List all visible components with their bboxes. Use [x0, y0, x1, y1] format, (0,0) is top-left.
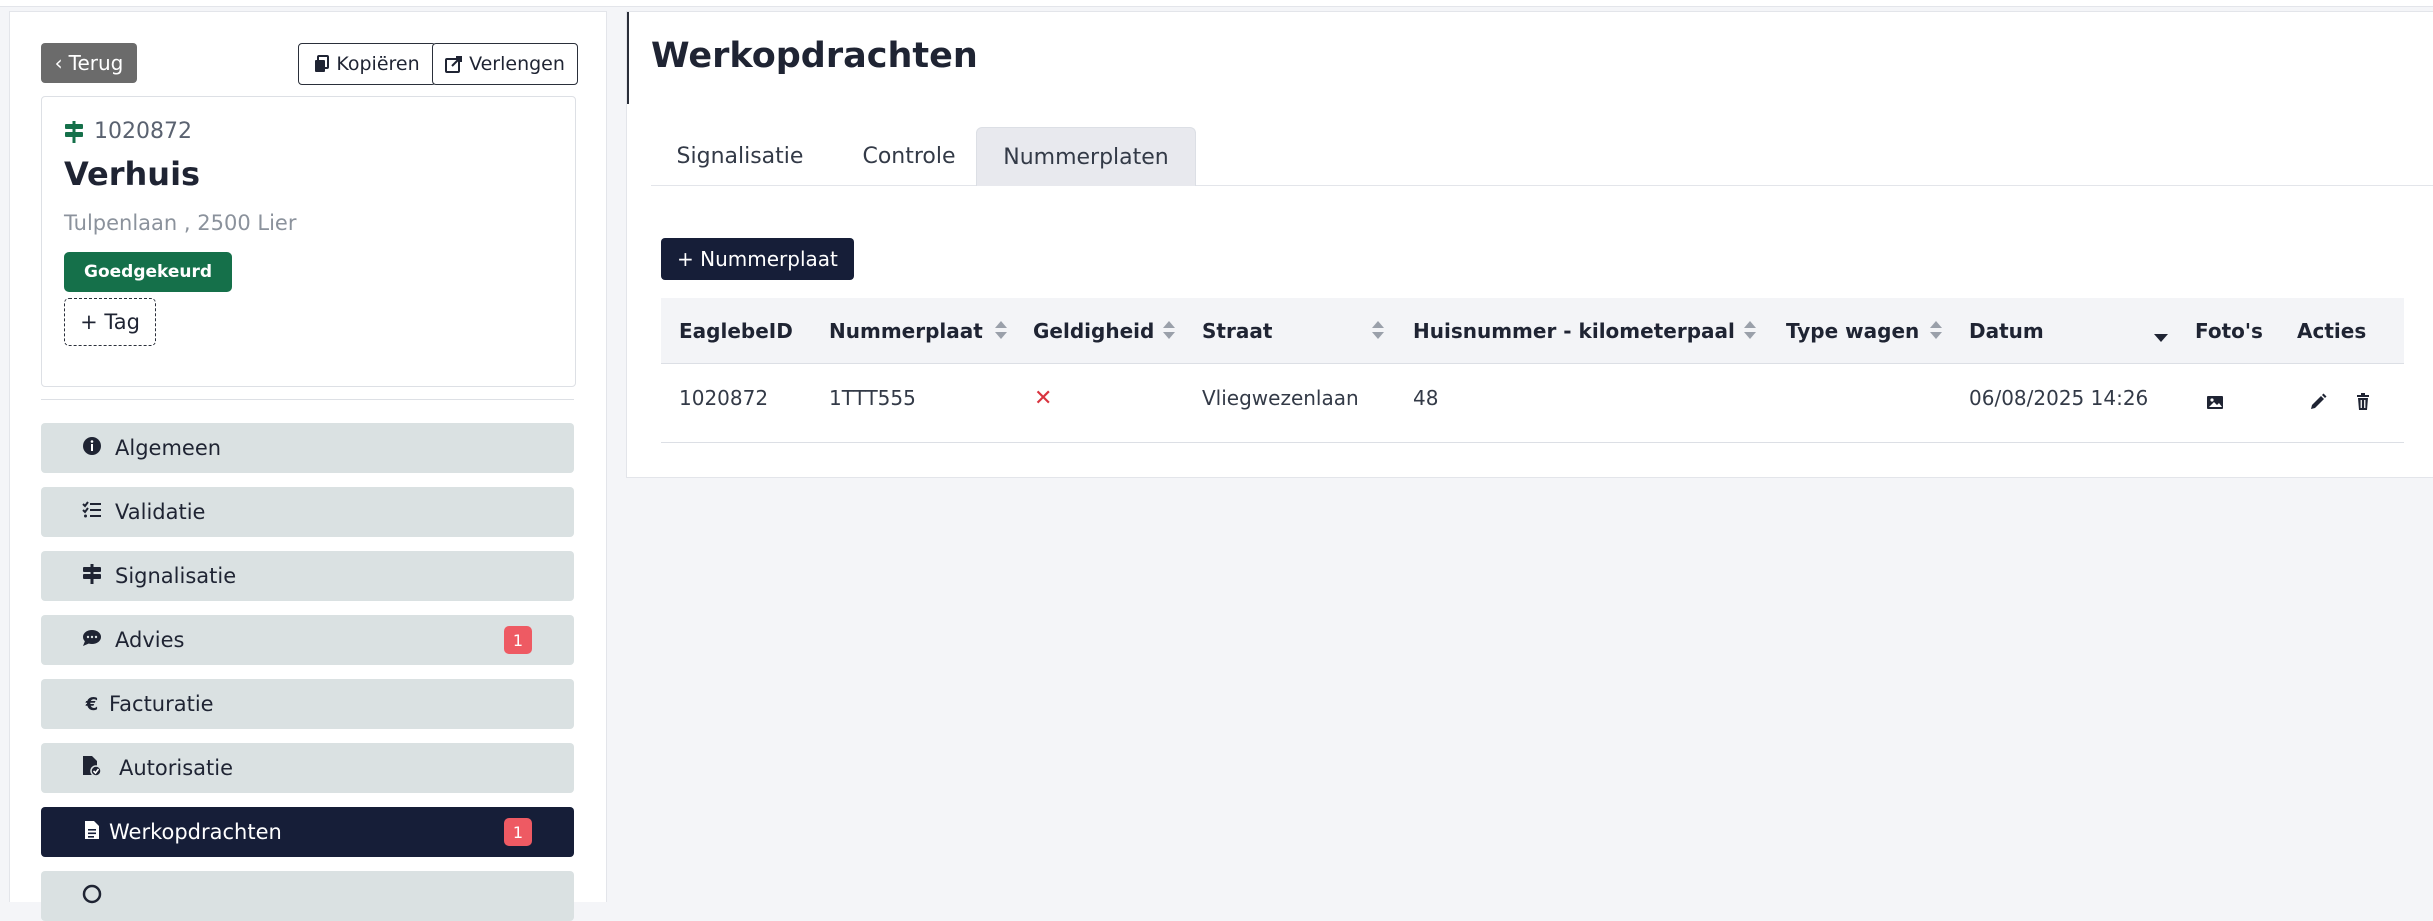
- cell-nummerplaat: 1TTT555: [829, 386, 916, 410]
- signpost-icon: [65, 120, 83, 143]
- sidebar-item-label: Signalisatie: [115, 564, 237, 588]
- column-header-fotos: Foto's: [2195, 318, 2263, 343]
- extend-button-label: Verlengen: [469, 53, 565, 75]
- tab-nummerplaten[interactable]: Nummerplaten: [976, 127, 1196, 186]
- tab-controle[interactable]: Controle: [829, 127, 989, 185]
- sidebar-item-label: Algemeen: [115, 436, 222, 460]
- top-bar: [0, 0, 2433, 7]
- main-panel: Werkopdrachten Signalisatie Controle Num…: [626, 11, 2433, 478]
- column-header-nummerplaat[interactable]: Nummerplaat: [829, 298, 983, 363]
- page-title: Werkopdrachten: [651, 36, 978, 76]
- sort-desc-icon[interactable]: [2154, 334, 2168, 342]
- euro-icon: €: [85, 693, 99, 715]
- cell-datum: 06/08/2025 14:26: [1969, 386, 2149, 410]
- sidebar-item-werkopdrachten[interactable]: Werkopdrachten 1: [41, 807, 574, 857]
- column-header-geldigheid[interactable]: Geldigheid: [1033, 298, 1154, 363]
- trash-icon[interactable]: [2353, 392, 2373, 412]
- title-accent-bar: [627, 12, 629, 104]
- sidebar-item-algemeen[interactable]: Algemeen: [41, 423, 574, 473]
- sort-icon[interactable]: [995, 321, 1009, 341]
- tab-label: Nummerplaten: [1003, 144, 1169, 170]
- advies-count-badge: 1: [504, 626, 532, 654]
- sidebar-item-facturatie[interactable]: € Facturatie: [41, 679, 574, 729]
- project-address: Tulpenlaan , 2500 Lier: [64, 211, 297, 235]
- back-button-label: Terug: [68, 51, 124, 75]
- table-header: EaglebeID Nummerplaat Geldigheid Straat …: [661, 298, 2404, 364]
- file-check-icon: [81, 755, 103, 782]
- edit-icon[interactable]: [2308, 392, 2328, 412]
- sidebar-item-label: Validatie: [115, 500, 206, 524]
- sidebar-item-label: Advies: [115, 628, 185, 652]
- sidebar-item-validatie[interactable]: Validatie: [41, 487, 574, 537]
- sort-icon[interactable]: [1930, 321, 1944, 341]
- add-tag-button[interactable]: + Tag: [64, 298, 156, 346]
- copy-button[interactable]: Kopiëren: [298, 43, 436, 85]
- sort-icon[interactable]: [1744, 321, 1758, 341]
- sidebar-item-label: Facturatie: [109, 692, 214, 716]
- column-header-straat[interactable]: Straat: [1202, 298, 1272, 363]
- tab-bar: Signalisatie Controle Nummerplaten: [651, 127, 2433, 186]
- copy-button-label: Kopiëren: [336, 53, 420, 75]
- divider: [41, 399, 574, 400]
- werkopdrachten-count-badge: 1: [504, 818, 532, 846]
- add-nummerplaat-label: + Nummerplaat: [677, 247, 838, 271]
- column-header-datum[interactable]: Datum: [1969, 298, 2044, 363]
- cell-huisnummer: 48: [1413, 386, 1439, 410]
- table-row: 1020872 1TTT555 ✕ Vliegwezenlaan 48 06/0…: [661, 364, 2404, 443]
- column-header-type-wagen[interactable]: Type wagen: [1786, 298, 1919, 363]
- checklist-icon: [81, 500, 103, 524]
- copy-icon: [315, 55, 330, 72]
- project-id: 1020872: [94, 119, 192, 144]
- sidebar-item-label: Autorisatie: [119, 756, 234, 780]
- back-button[interactable]: ‹ Terug: [41, 43, 137, 83]
- tab-label: Signalisatie: [676, 143, 804, 169]
- image-icon[interactable]: [2205, 392, 2225, 412]
- invalid-x-icon: ✕: [1034, 385, 1053, 411]
- column-header-acties: Acties: [2297, 318, 2367, 343]
- sidebar-item-autorisatie[interactable]: Autorisatie: [41, 743, 574, 793]
- sidebar-item-advies[interactable]: Advies 1: [41, 615, 574, 665]
- status-badge: Goedgekeurd: [64, 252, 233, 292]
- extend-button[interactable]: Verlengen: [432, 43, 578, 85]
- project-id-row: 1020872: [64, 119, 192, 144]
- sidebar-item-label: Werkopdrachten: [109, 820, 282, 844]
- column-header-eaglebeid[interactable]: EaglebeID: [679, 298, 793, 363]
- circle-icon: [81, 884, 103, 909]
- info-icon: [81, 436, 103, 461]
- cell-eaglebeid: 1020872: [679, 386, 769, 410]
- sidebar-item-signalisatie[interactable]: Signalisatie: [41, 551, 574, 601]
- add-nummerplaat-button[interactable]: + Nummerplaat: [661, 238, 854, 280]
- column-header-huisnummer[interactable]: Huisnummer - kilometerpaal: [1413, 298, 1735, 363]
- signpost-icon: [81, 563, 103, 589]
- sidebar-item-more[interactable]: [41, 871, 574, 921]
- tab-signalisatie[interactable]: Signalisatie: [651, 127, 829, 185]
- sort-icon[interactable]: [1372, 321, 1386, 341]
- project-card: 1020872 Verhuis Tulpenlaan , 2500 Lier G…: [41, 96, 576, 387]
- sort-icon[interactable]: [1163, 321, 1177, 341]
- file-icon: [81, 820, 103, 845]
- cell-straat: Vliegwezenlaan: [1202, 386, 1359, 410]
- share-icon: [445, 56, 463, 73]
- tab-label: Controle: [862, 143, 956, 169]
- comments-icon: [81, 629, 103, 652]
- project-sidebar: ‹ Terug Kopiëren Verlengen 1020872 Verhu…: [9, 11, 607, 921]
- chevron-left-icon: ‹: [54, 51, 63, 75]
- project-title: Verhuis: [64, 155, 201, 193]
- nummerplaten-table: EaglebeID Nummerplaat Geldigheid Straat …: [661, 298, 2404, 443]
